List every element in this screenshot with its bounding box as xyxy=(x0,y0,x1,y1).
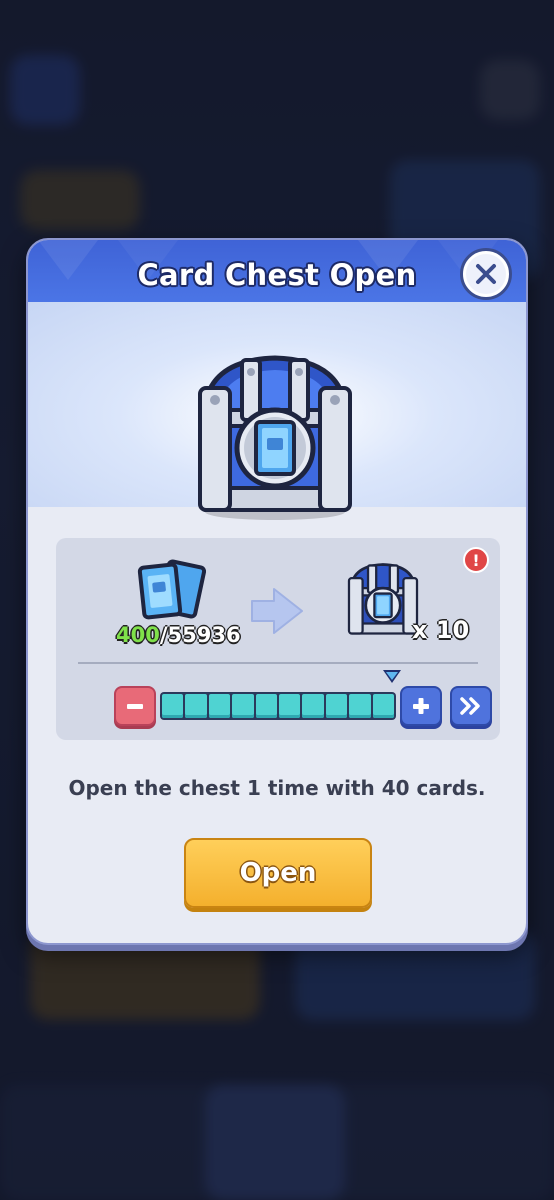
open-description: Open the chest 1 time with 40 cards. xyxy=(68,776,486,800)
close-icon xyxy=(466,254,506,294)
chest-multiplier: x 10 xyxy=(412,616,470,644)
card-count: 400/55936 xyxy=(116,623,241,647)
increase-button[interactable] xyxy=(400,686,442,726)
quantity-segment xyxy=(232,694,254,718)
quantity-segment xyxy=(302,694,324,718)
open-button[interactable]: Open xyxy=(184,838,372,908)
max-marker-icon xyxy=(383,670,401,683)
quantity-segment xyxy=(162,694,184,718)
max-button[interactable] xyxy=(450,686,492,726)
arrow-right-icon xyxy=(248,585,306,641)
quantity-segment xyxy=(325,694,348,718)
cards-owned-total: /55936 xyxy=(159,623,241,647)
decrease-button[interactable] xyxy=(114,686,156,726)
quantity-bar[interactable] xyxy=(160,692,396,720)
quantity-segment xyxy=(372,694,395,718)
close-button[interactable] xyxy=(460,248,512,300)
plus-icon xyxy=(413,698,429,714)
quantity-segment xyxy=(349,694,371,718)
quantity-segment xyxy=(279,694,301,718)
divider xyxy=(78,662,478,664)
double-chevron-right-icon xyxy=(460,697,480,715)
quantity-segment xyxy=(185,694,207,718)
dialog-header: Card Chest Open xyxy=(28,240,526,302)
minus-icon xyxy=(127,704,143,709)
cards-required: 400 xyxy=(116,623,160,647)
quantity-segment xyxy=(208,694,231,718)
quantity-segment xyxy=(255,694,278,718)
card-chest-icon xyxy=(190,348,360,520)
card-stack-icon xyxy=(136,558,207,630)
card-chest-dialog: Card Chest Open 400/55936 x 10 ! Open th… xyxy=(26,238,528,945)
alert-badge[interactable]: ! xyxy=(463,547,489,573)
dialog-title: Card Chest Open xyxy=(137,258,417,292)
